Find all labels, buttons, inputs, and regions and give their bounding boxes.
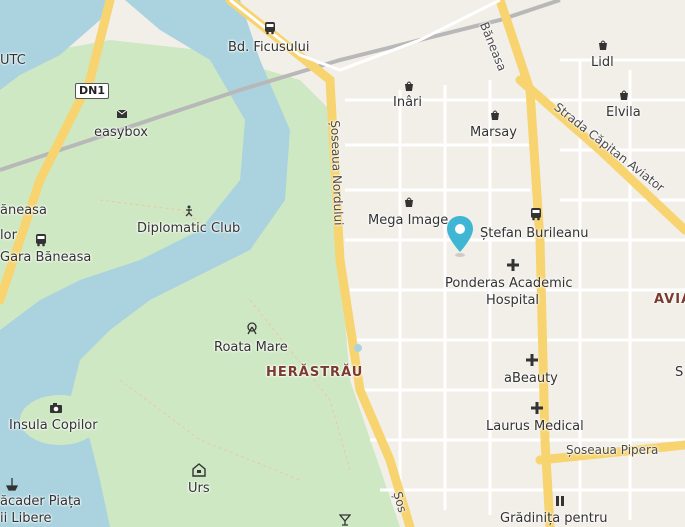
shopping-bag-icon[interactable] (595, 37, 611, 53)
label-abeauty: aBeauty (504, 371, 558, 386)
label-easybox: easybox (94, 125, 148, 140)
label-laurus-medical: Laurus Medical (486, 419, 584, 434)
label-bd-ficusului: Bd. Ficusului (228, 40, 310, 55)
club-icon[interactable] (181, 203, 197, 219)
label-roata-mare: Roata Mare (214, 340, 288, 355)
label-urs: Urs (188, 481, 210, 496)
label-inari: Inâri (393, 95, 422, 110)
bus-stop-icon[interactable] (528, 206, 544, 222)
label-mega-image: Mega Image (368, 213, 449, 228)
ferris-wheel-icon[interactable] (244, 320, 260, 336)
label-ponderas: Ponderas Academic (445, 276, 573, 291)
cross-icon[interactable] (529, 400, 545, 416)
label-insula-copiilor: Insula Copilor (9, 418, 98, 433)
location-pin-icon[interactable] (444, 214, 476, 262)
label-diplomatic-club: Diplomatic Club (137, 221, 241, 236)
camera-icon[interactable] (48, 400, 64, 416)
monument-icon[interactable] (191, 462, 207, 478)
route-shield-dn1: DN1 (75, 83, 109, 99)
label-debarcader-line1: ăcader Piața (0, 494, 82, 509)
cross-icon[interactable] (524, 352, 540, 368)
label-gara-baneasa: Gara Băneasa (0, 250, 92, 265)
label-gradinita: Grădinița pentru (500, 511, 608, 526)
label-debarcader-line2: ii Libere (0, 511, 52, 526)
parcel-locker-icon[interactable] (114, 106, 130, 122)
bar-icon[interactable] (337, 512, 353, 527)
shopping-bag-icon[interactable] (401, 78, 417, 94)
label-elvila: Elvila (606, 105, 641, 120)
label-marsay: Marsay (470, 125, 517, 140)
label-lidl: Lidl (591, 55, 614, 70)
bus-stop-icon[interactable] (262, 20, 278, 36)
label-hospital: Hospital (486, 293, 540, 308)
label-avia-partial: AVIA (654, 292, 685, 307)
map-canvas[interactable]: UTC DN1 easybox ăneasa lor Gara Băneasa … (0, 0, 685, 527)
label-soseaua-pipera: Șoseaua Pipera (566, 443, 659, 457)
shopping-bag-icon[interactable] (616, 87, 632, 103)
school-icon[interactable] (552, 493, 568, 509)
label-utc: UTC (0, 53, 26, 68)
shopping-bag-icon[interactable] (487, 107, 503, 123)
bus-stop-icon[interactable] (33, 232, 49, 248)
label-zlor-partial: lor (0, 228, 17, 243)
cross-icon[interactable] (505, 257, 521, 273)
ferry-icon[interactable] (4, 476, 20, 492)
shopping-bag-icon[interactable] (401, 194, 417, 210)
label-stefan-burileanu: Ștefan Burileanu (480, 226, 589, 241)
label-baneasa-partial: ăneasa (0, 203, 47, 218)
label-herastrau: HERĂSTRĂU (266, 365, 364, 380)
label-s-partial: S (675, 365, 684, 380)
